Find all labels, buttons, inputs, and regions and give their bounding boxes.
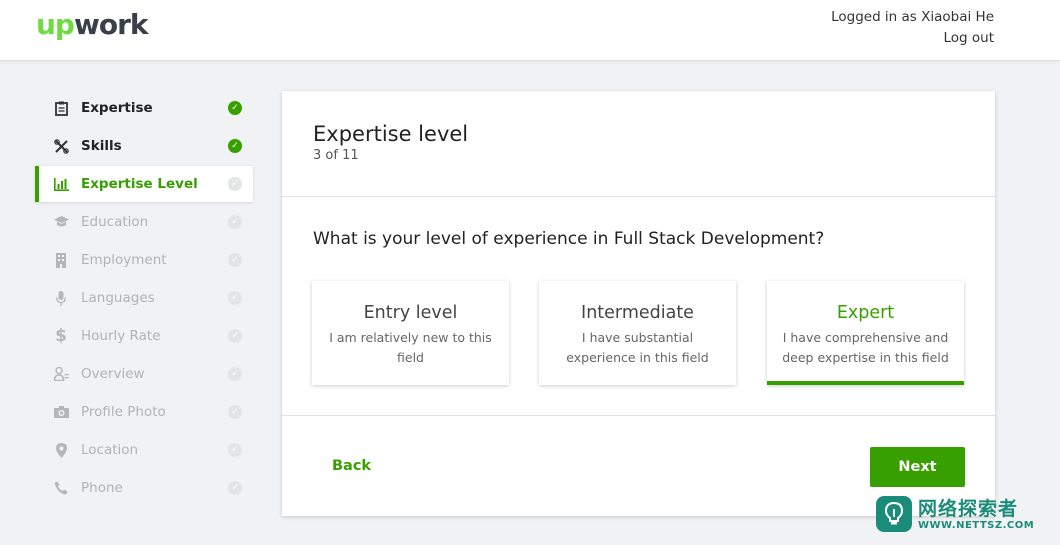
- question-text: What is your level of experience in Full…: [313, 229, 825, 249]
- sidebar-item-label: Profile Photo: [81, 404, 166, 420]
- option-description: I have substantial experience in this fi…: [566, 330, 709, 365]
- camera-icon: [53, 404, 69, 420]
- sidebar-item-languages[interactable]: Languages ✓: [35, 280, 253, 316]
- option-title: Entry level: [363, 303, 458, 323]
- sidebar-item-profile-photo[interactable]: Profile Photo ✓: [35, 394, 253, 430]
- user-box: Logged in as Xiaobai He Log out: [831, 7, 994, 49]
- sidebar-item-label: Education: [81, 214, 149, 230]
- option-expert[interactable]: Expert I have comprehensive and deep exp…: [767, 281, 964, 385]
- sidebar-item-label: Skills: [81, 138, 122, 154]
- dollar-icon: $: [55, 326, 67, 346]
- card-header: Expertise level 3 of 11: [282, 91, 995, 197]
- microphone-icon: [53, 290, 69, 306]
- phone-icon: [53, 480, 69, 496]
- sidebar-item-label: Location: [81, 442, 139, 458]
- top-bar: upwork Logged in as Xiaobai He Log out: [0, 0, 1060, 61]
- sidebar-item-employment[interactable]: Employment ✓: [35, 242, 253, 278]
- check-icon: ✓: [228, 101, 242, 115]
- check-icon: ✓: [228, 443, 242, 457]
- check-icon: ✓: [228, 367, 242, 381]
- watermark-text: 网络探索者 WWW.NETTSZ.COM: [918, 498, 1034, 531]
- check-icon: ✓: [228, 215, 242, 229]
- check-icon: ✓: [228, 481, 242, 495]
- back-button[interactable]: Back: [332, 458, 371, 474]
- sidebar-item-overview[interactable]: Overview ✓: [35, 356, 253, 392]
- profile-steps-sidebar: Expertise ✓ Skills ✓ Expertise Level ✓ E…: [35, 90, 253, 508]
- check-icon: ✓: [228, 329, 242, 343]
- option-description: I am relatively new to this field: [329, 330, 492, 365]
- user-overview-icon: [53, 366, 69, 382]
- logout-link[interactable]: Log out: [831, 28, 994, 49]
- sidebar-item-label: Hourly Rate: [81, 328, 161, 344]
- option-description: I have comprehensive and deep expertise …: [782, 330, 949, 365]
- building-icon: [53, 252, 69, 268]
- sidebar-item-expertise-level[interactable]: Expertise Level ✓: [35, 166, 253, 202]
- sidebar-item-location[interactable]: Location ✓: [35, 432, 253, 468]
- clipboard-icon: [53, 100, 69, 116]
- sidebar-item-label: Expertise Level: [81, 176, 198, 192]
- option-entry-level[interactable]: Entry level I am relatively new to this …: [312, 281, 509, 385]
- watermark-url: WWW.NETTSZ.COM: [918, 519, 1035, 531]
- page-title: Expertise level: [313, 122, 469, 146]
- check-icon: ✓: [228, 291, 242, 305]
- expertise-level-card: Expertise level 3 of 11 What is your lev…: [282, 91, 995, 516]
- sidebar-item-label: Employment: [81, 252, 167, 268]
- check-icon: ✓: [228, 177, 242, 191]
- next-button[interactable]: Next: [870, 447, 965, 487]
- check-icon: ✓: [228, 139, 242, 153]
- check-icon: ✓: [228, 405, 242, 419]
- step-counter: 3 of 11: [313, 148, 359, 163]
- option-title: Expert: [836, 303, 895, 323]
- sidebar-item-hourly-rate[interactable]: $ Hourly Rate ✓: [35, 318, 253, 354]
- sidebar-item-expertise[interactable]: Expertise ✓: [35, 90, 253, 126]
- bar-chart-icon: [53, 176, 69, 192]
- logo-up: up: [36, 8, 75, 41]
- sidebar-item-label: Expertise: [81, 100, 153, 116]
- option-title: Intermediate: [581, 303, 694, 323]
- tools-icon: [53, 138, 69, 154]
- sidebar-item-phone[interactable]: Phone ✓: [35, 470, 253, 506]
- upwork-logo[interactable]: upwork: [36, 8, 149, 41]
- logged-in-text: Logged in as Xiaobai He: [831, 9, 994, 25]
- option-intermediate[interactable]: Intermediate I have substantial experien…: [539, 281, 736, 385]
- sidebar-item-education[interactable]: Education ✓: [35, 204, 253, 240]
- logo-work: work: [73, 8, 149, 41]
- watermark: 网络探索者 WWW.NETTSZ.COM: [876, 492, 1056, 536]
- sidebar-item-label: Phone: [81, 480, 123, 496]
- map-pin-icon: [53, 442, 69, 458]
- sidebar-item-skills[interactable]: Skills ✓: [35, 128, 253, 164]
- lightbulb-icon: [876, 496, 912, 532]
- graduation-cap-icon: [53, 214, 69, 230]
- check-icon: ✓: [228, 253, 242, 267]
- watermark-cn: 网络探索者: [918, 497, 1019, 520]
- sidebar-item-label: Overview: [81, 366, 145, 382]
- sidebar-item-label: Languages: [81, 290, 155, 306]
